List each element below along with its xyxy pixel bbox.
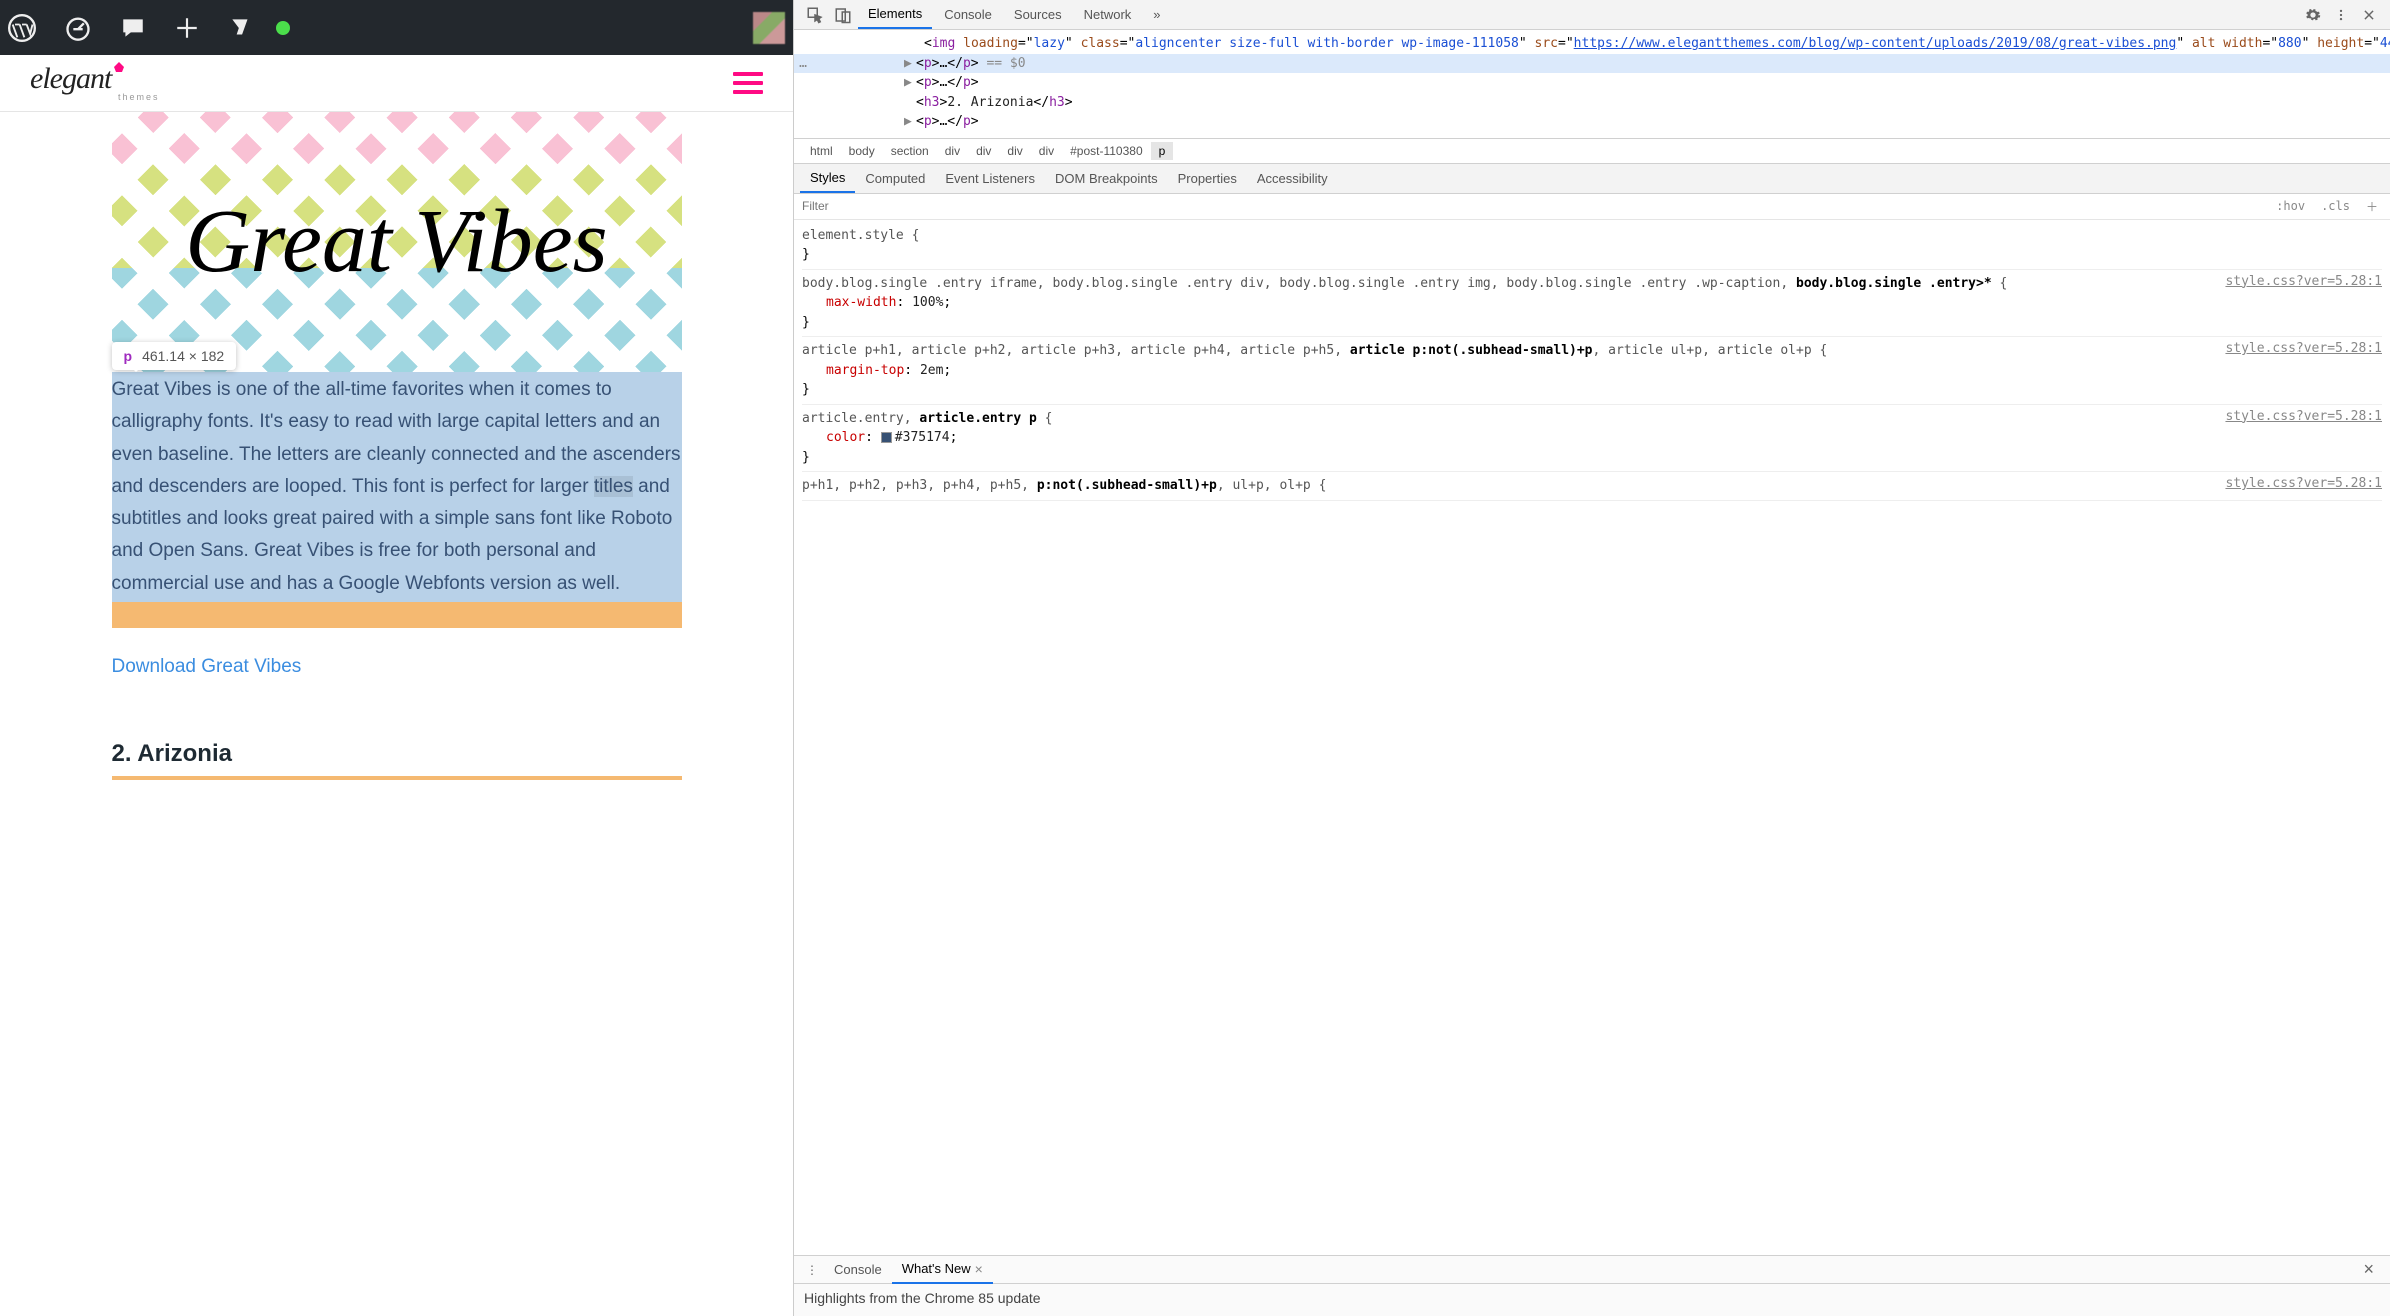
tab-sources[interactable]: Sources (1004, 1, 1072, 28)
subtab-styles[interactable]: Styles (800, 164, 855, 193)
styles-filter-input[interactable] (802, 199, 2272, 213)
inspector-dimension-tooltip: p 461.14 × 182 (112, 342, 237, 370)
status-dot-icon (276, 21, 290, 35)
hero-pattern: Great Vibes (112, 112, 682, 372)
dashboard-icon[interactable] (64, 14, 92, 42)
hov-toggle[interactable]: :hov (2272, 198, 2309, 214)
close-drawer-icon[interactable]: × (2353, 1259, 2384, 1280)
browser-viewport: elegant themes p 461.14 × 182 Great Vibe… (0, 0, 793, 1316)
device-toolbar-icon[interactable] (830, 2, 856, 28)
crumb-div4[interactable]: div (1031, 142, 1062, 160)
rule-source-link[interactable]: style.css?ver=5.28:1 (2225, 474, 2382, 494)
css-rule[interactable]: style.css?ver=5.28:1body.blog.single .en… (802, 270, 2382, 338)
section-heading-2: 2. Arizonia (112, 740, 682, 768)
drawer-menu-icon[interactable]: ⋮ (800, 1263, 824, 1277)
tab-network[interactable]: Network (1074, 1, 1142, 28)
wordpress-logo-icon[interactable] (8, 14, 36, 42)
menu-toggle-button[interactable] (733, 72, 763, 94)
subtab-dombreakpoints[interactable]: DOM Breakpoints (1045, 165, 1168, 192)
crumb-section[interactable]: section (883, 142, 937, 160)
comments-icon[interactable] (120, 15, 146, 41)
site-header: elegant themes (0, 55, 793, 112)
subtab-computed[interactable]: Computed (855, 165, 935, 192)
css-rule[interactable]: element.style {} (802, 222, 2382, 270)
tab-console[interactable]: Console (934, 1, 1002, 28)
dom-node-selected-p[interactable]: … ▶<p>…</p> == $0 (794, 54, 2390, 74)
css-rule[interactable]: style.css?ver=5.28:1p+h1, p+h2, p+h3, p+… (802, 472, 2382, 501)
styles-filter-row: :hov .cls ＋ (794, 194, 2390, 220)
settings-gear-icon[interactable] (2300, 2, 2326, 28)
drawer-tab-whatsnew[interactable]: What's New× (892, 1256, 993, 1284)
user-avatar[interactable] (753, 12, 785, 44)
rule-source-link[interactable]: style.css?ver=5.28:1 (2225, 272, 2382, 292)
page-content: p 461.14 × 182 Great Vibes Great Vibes i… (0, 112, 793, 1316)
devtools-drawer: ⋮ Console What's New× × Highlights from … (794, 1255, 2390, 1316)
logo-wordmark: elegant (30, 64, 160, 94)
styles-subtabs: Styles Computed Event Listeners DOM Brea… (794, 164, 2390, 194)
dom-tree[interactable]: <img loading="lazy" class="aligncenter s… (794, 30, 2390, 138)
overflow-dots-icon[interactable]: … (794, 54, 812, 74)
close-devtools-icon[interactable] (2356, 2, 2382, 28)
yoast-seo-icon[interactable] (228, 15, 254, 41)
rule-source-link[interactable]: style.css?ver=5.28:1 (2225, 339, 2382, 359)
new-rule-plus-icon[interactable]: ＋ (2362, 197, 2382, 216)
subtab-properties[interactable]: Properties (1168, 165, 1247, 192)
inspected-paragraph-highlight: Great Vibes is one of the all-time favor… (112, 372, 682, 602)
kebab-menu-icon[interactable] (2328, 2, 2354, 28)
devtools-main-tabs: Elements Console Sources Network » (794, 0, 2390, 30)
article-paragraph: Great Vibes is one of the all-time favor… (112, 372, 682, 602)
devtools: Elements Console Sources Network » <img … (793, 0, 2390, 1316)
crumb-p[interactable]: p (1151, 142, 1174, 160)
download-link[interactable]: Download Great Vibes (112, 656, 682, 678)
hero-image: Great Vibes Great Vibes is one of the al… (112, 112, 682, 628)
rule-source-link[interactable]: style.css?ver=5.28:1 (2225, 407, 2382, 427)
dom-breadcrumbs[interactable]: html body section div div div div #post-… (794, 138, 2390, 164)
drawer-body-text: Highlights from the Chrome 85 update (794, 1284, 2390, 1316)
styles-rules[interactable]: element.style {}style.css?ver=5.28:1body… (794, 220, 2390, 1256)
crumb-body[interactable]: body (841, 142, 883, 160)
crumb-div2[interactable]: div (968, 142, 999, 160)
dom-node-img[interactable]: <img loading="lazy" class="aligncenter s… (794, 34, 2390, 54)
crumb-div3[interactable]: div (999, 142, 1030, 160)
subtab-accessibility[interactable]: Accessibility (1247, 165, 1338, 192)
site-logo[interactable]: elegant themes (30, 64, 160, 102)
cls-toggle[interactable]: .cls (2317, 198, 2354, 214)
tooltip-dimensions: 461.14 × 182 (142, 348, 224, 364)
tab-elements[interactable]: Elements (858, 0, 932, 29)
tooltip-tag: p (124, 348, 133, 364)
dom-node-p3[interactable]: ▶<p>…</p> (794, 112, 2390, 132)
close-tab-icon[interactable]: × (975, 1261, 983, 1277)
css-rule[interactable]: style.css?ver=5.28:1article p+h1, articl… (802, 337, 2382, 405)
tab-overflow[interactable]: » (1143, 1, 1170, 28)
dom-node-p2[interactable]: ▶<p>…</p> (794, 73, 2390, 93)
add-new-icon[interactable] (174, 15, 200, 41)
wp-admin-bar (0, 0, 793, 55)
heading-underline (112, 776, 682, 780)
article: p 461.14 × 182 Great Vibes Great Vibes i… (112, 112, 682, 820)
crumb-html[interactable]: html (802, 142, 841, 160)
drawer-tabs: ⋮ Console What's New× × (794, 1256, 2390, 1284)
subtab-eventlisteners[interactable]: Event Listeners (935, 165, 1045, 192)
crumb-div1[interactable]: div (937, 142, 968, 160)
crumb-post[interactable]: #post-110380 (1062, 142, 1151, 160)
dom-node-h3[interactable]: <h3>2. Arizonia</h3> (794, 93, 2390, 113)
drawer-tab-console[interactable]: Console (824, 1257, 892, 1282)
css-rule[interactable]: style.css?ver=5.28:1article.entry, artic… (802, 405, 2382, 473)
inspect-element-icon[interactable] (802, 2, 828, 28)
hero-font-sample: Great Vibes (185, 197, 607, 287)
